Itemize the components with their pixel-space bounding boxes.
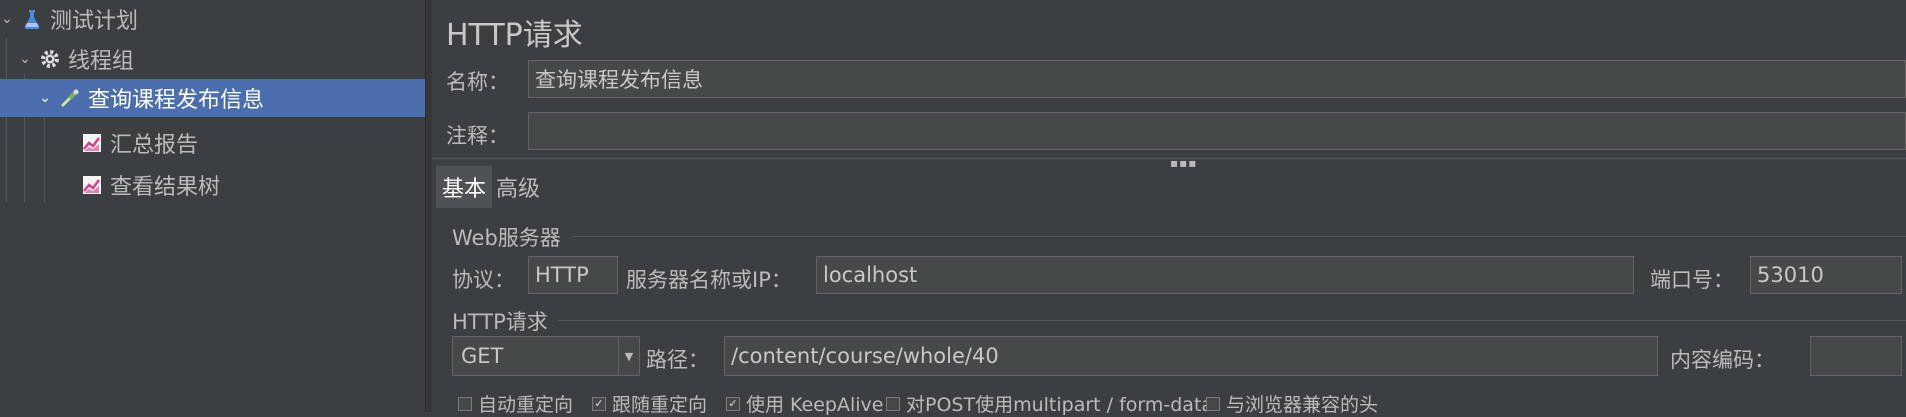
- tree-item-summary-report[interactable]: 汇总报告: [80, 124, 198, 162]
- tree-item-label: 查询课程发布信息: [88, 88, 265, 113]
- tab-advanced[interactable]: 高级: [490, 166, 546, 208]
- tree-item-label: 查看结果树: [110, 175, 221, 200]
- chart-icon: [80, 131, 104, 155]
- drag-handle-icon[interactable]: ▪▪▪: [1170, 156, 1197, 170]
- checkbox-checked-icon[interactable]: ✓: [726, 396, 740, 411]
- split-pane-divider[interactable]: [425, 0, 432, 412]
- path-field[interactable]: /content/course/whole/40: [724, 336, 1658, 376]
- tree-item-label: 线程组: [68, 49, 135, 74]
- protocol-field[interactable]: HTTP: [528, 256, 618, 294]
- checkbox-label: 自动重定向: [478, 394, 574, 416]
- web-server-group-title: Web服务器: [452, 226, 561, 250]
- group-divider: [558, 320, 1906, 321]
- http-request-group-title: HTTP请求: [452, 310, 548, 334]
- checkbox-checked-icon[interactable]: ✓: [592, 396, 606, 411]
- port-field[interactable]: 53010: [1750, 256, 1902, 294]
- tree-guide-line: [6, 38, 7, 202]
- chart-icon: [80, 173, 104, 197]
- checkbox-icon[interactable]: [458, 396, 472, 411]
- name-field[interactable]: 查询课程发布信息: [528, 60, 1906, 98]
- tree-item-label: 汇总报告: [110, 133, 199, 158]
- comment-label: 注释：: [446, 124, 509, 148]
- method-value: GET: [461, 344, 504, 368]
- name-label: 名称：: [446, 70, 509, 94]
- test-plan-tree: ⌄ 测试计划 ⌄ 线程组 ⌄ 查询课程发布信息 汇总报告 查看结果树: [0, 0, 425, 412]
- encoding-label: 内容编码：: [1670, 348, 1775, 372]
- dropdown-arrow-icon[interactable]: ▼: [618, 337, 639, 375]
- browser-compatible-headers-checkbox[interactable]: 与浏览器兼容的头: [1206, 390, 1378, 417]
- pipette-icon: [58, 86, 82, 110]
- protocol-label: 协议：: [452, 268, 515, 292]
- checkbox-label: 使用 KeepAlive: [746, 394, 884, 416]
- port-label: 端口号：: [1650, 268, 1734, 292]
- server-label: 服务器名称或IP：: [626, 268, 792, 292]
- auto-redirect-checkbox[interactable]: 自动重定向: [458, 390, 573, 417]
- chevron-down-icon[interactable]: ⌄: [38, 90, 52, 106]
- checkbox-label: 对POST使用multipart / form-data: [906, 394, 1214, 416]
- tree-item-query-course[interactable]: ⌄ 查询课程发布信息: [0, 79, 425, 117]
- comment-field[interactable]: [528, 112, 1906, 150]
- gear-icon: [38, 47, 62, 71]
- encoding-field[interactable]: [1810, 336, 1902, 376]
- method-select[interactable]: GET ▼: [452, 336, 640, 376]
- flask-icon: [20, 7, 44, 31]
- tab-basic[interactable]: 基本: [436, 166, 493, 208]
- checkbox-label: 跟随重定向: [612, 394, 708, 416]
- multipart-checkbox[interactable]: 对POST使用multipart / form-data: [886, 390, 1213, 417]
- checkbox-icon[interactable]: [886, 396, 900, 411]
- server-field[interactable]: localhost: [816, 256, 1634, 294]
- section-divider[interactable]: [432, 158, 1906, 159]
- checkbox-icon[interactable]: [1206, 396, 1220, 411]
- keepalive-checkbox[interactable]: ✓ 使用 KeepAlive: [726, 390, 883, 417]
- chevron-down-icon[interactable]: ⌄: [0, 11, 14, 27]
- path-label: 路径：: [646, 348, 709, 372]
- tree-guide-line: [44, 110, 45, 202]
- tree-item-label: 测试计划: [50, 9, 139, 34]
- chevron-down-icon[interactable]: ⌄: [18, 51, 32, 67]
- follow-redirect-checkbox[interactable]: ✓ 跟随重定向: [592, 390, 707, 417]
- http-request-panel: HTTP请求 名称： 查询课程发布信息 注释： ▪▪▪ 基本 高级 Web服务器…: [432, 0, 1906, 416]
- page-title: HTTP请求: [446, 18, 583, 53]
- tree-item-test-plan[interactable]: ⌄ 测试计划: [0, 0, 425, 38]
- tree-item-view-results-tree[interactable]: 查看结果树: [80, 166, 220, 204]
- group-divider: [572, 236, 1906, 237]
- tree-item-thread-group[interactable]: ⌄ 线程组: [18, 40, 425, 78]
- checkbox-label: 与浏览器兼容的头: [1226, 394, 1379, 416]
